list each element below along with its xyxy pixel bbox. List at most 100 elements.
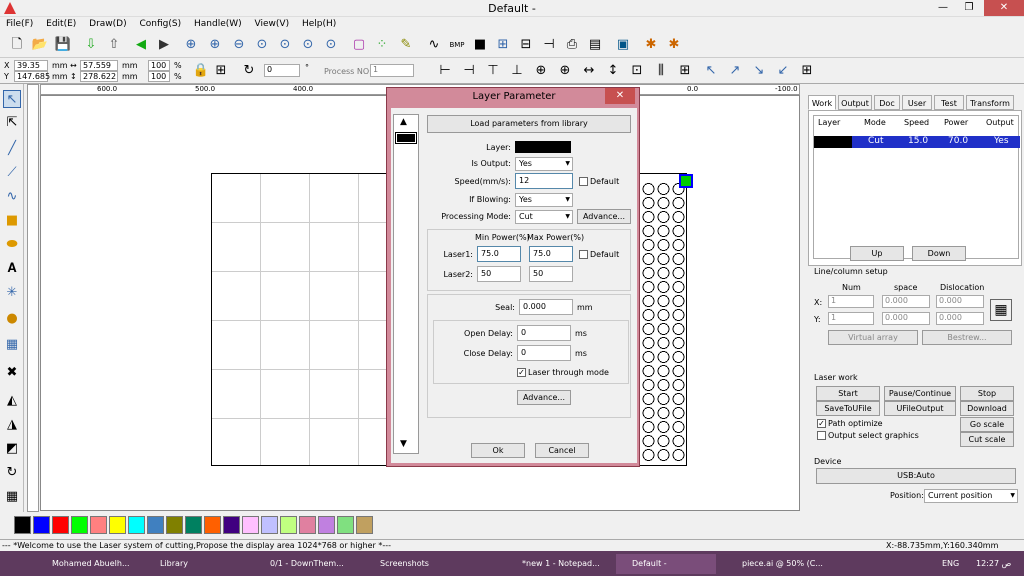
zoom-in-icon[interactable]: ⊕ bbox=[206, 36, 224, 54]
pen-icon[interactable]: ✎ bbox=[397, 36, 415, 54]
point-tool-icon[interactable]: ✳ bbox=[3, 284, 21, 302]
palette-swatch[interactable] bbox=[356, 516, 373, 534]
zoom-icon[interactable]: ⊕ bbox=[182, 36, 200, 54]
align-top-icon[interactable]: ⊤ bbox=[484, 62, 502, 80]
print-icon[interactable]: ⎙ bbox=[563, 36, 581, 54]
palette-swatch[interactable] bbox=[223, 516, 240, 534]
process-field[interactable]: 1 bbox=[370, 64, 414, 77]
menu-draw[interactable]: Draw(D) bbox=[89, 19, 126, 29]
mirror-v-icon[interactable]: ◮ bbox=[3, 416, 21, 434]
select-tool-icon[interactable]: ↖ bbox=[3, 90, 21, 108]
menu-view[interactable]: View(V) bbox=[255, 19, 290, 29]
distribute-v-icon[interactable]: ⊞ bbox=[676, 62, 694, 80]
cut-pattern[interactable] bbox=[641, 182, 687, 462]
usb-device-button[interactable]: USB:Auto bbox=[816, 468, 1016, 484]
maximize-button[interactable]: ❐ bbox=[956, 0, 982, 16]
laser1-max-input[interactable]: 75.0 bbox=[529, 246, 573, 262]
task-illustrator[interactable]: piece.ai @ 50% (C... bbox=[726, 554, 830, 574]
laser1-min-input[interactable]: 75.0 bbox=[477, 246, 521, 262]
align-icon[interactable]: ⊣ bbox=[540, 36, 558, 54]
speed-default-checkbox[interactable] bbox=[579, 177, 588, 186]
laser2-min-input[interactable]: 50 bbox=[477, 266, 521, 282]
monitor-icon[interactable]: ▣ bbox=[614, 36, 632, 54]
dialog-close-icon[interactable]: ✕ bbox=[605, 88, 635, 104]
go-scale-button[interactable]: Go scale bbox=[960, 417, 1014, 432]
same-height-icon[interactable]: ↕ bbox=[604, 62, 622, 80]
align-right-icon[interactable]: ⊣ bbox=[460, 62, 478, 80]
layer-list[interactable]: ▲ ▼ bbox=[393, 114, 419, 454]
text-tool-icon[interactable]: 𝐀 bbox=[3, 260, 21, 278]
rect-tool-icon[interactable]: ■ bbox=[3, 212, 21, 230]
save-ufile-button[interactable]: SaveToUFile bbox=[816, 401, 880, 416]
tab-doc[interactable]: Doc bbox=[874, 95, 900, 110]
delete-tool-icon[interactable]: ✖ bbox=[3, 364, 21, 382]
block-icon[interactable]: ■ bbox=[471, 36, 489, 54]
path-optimize-checkbox[interactable]: ✓ bbox=[817, 419, 826, 428]
palette-swatch[interactable] bbox=[166, 516, 183, 534]
zoom-fit-icon[interactable]: ⊙ bbox=[253, 36, 271, 54]
array-tool-icon[interactable]: ▦ bbox=[3, 336, 21, 354]
zoom-select-icon[interactable]: ⊙ bbox=[299, 36, 317, 54]
mode-select[interactable]: Cut bbox=[515, 210, 573, 224]
palette-swatch[interactable] bbox=[109, 516, 126, 534]
rotate-icon[interactable]: ↻ bbox=[240, 62, 258, 80]
save-icon[interactable]: 💾 bbox=[54, 36, 72, 54]
open-folder-icon[interactable]: 📂 bbox=[31, 36, 49, 54]
pause-button[interactable]: Pause/Continue bbox=[884, 386, 956, 401]
palette-swatch[interactable] bbox=[147, 516, 164, 534]
align-left-icon[interactable]: ⊢ bbox=[436, 62, 454, 80]
corner-tr-icon[interactable]: ↗ bbox=[726, 62, 744, 80]
tab-test[interactable]: Test bbox=[934, 95, 964, 110]
redo-icon[interactable]: ▶ bbox=[155, 36, 173, 54]
palette-swatch[interactable] bbox=[71, 516, 88, 534]
palette-swatch[interactable] bbox=[185, 516, 202, 534]
palette-swatch[interactable] bbox=[280, 516, 297, 534]
corner-br-icon[interactable]: ↘ bbox=[750, 62, 768, 80]
layer-down-button[interactable]: Down bbox=[912, 246, 966, 261]
height-field[interactable]: 278.622 bbox=[80, 71, 118, 82]
menu-file[interactable]: File(F) bbox=[6, 19, 33, 29]
layer-color-swatch[interactable] bbox=[395, 132, 417, 144]
open-delay-input[interactable]: 0 bbox=[517, 325, 571, 341]
advance2-button[interactable]: Advance... bbox=[517, 390, 571, 405]
output-select-checkbox[interactable] bbox=[817, 431, 826, 440]
align-bottom-icon[interactable]: ⊥ bbox=[508, 62, 526, 80]
start-button[interactable]: Start bbox=[816, 386, 880, 401]
minimize-button[interactable]: — bbox=[930, 0, 956, 16]
blowing-select[interactable]: Yes bbox=[515, 193, 573, 207]
scale-x-field[interactable]: 100 bbox=[148, 60, 170, 71]
grid-tool-icon[interactable]: ▦ bbox=[3, 488, 21, 506]
y-field[interactable]: 147.685 bbox=[14, 71, 50, 82]
menu-help[interactable]: Help(H) bbox=[302, 19, 336, 29]
laser2-max-input[interactable]: 50 bbox=[529, 266, 573, 282]
layer-color-box[interactable] bbox=[515, 141, 571, 153]
is-output-select[interactable]: Yes bbox=[515, 157, 573, 171]
layer-up-button[interactable]: Up bbox=[850, 246, 904, 261]
laser-through-checkbox[interactable]: ✓ bbox=[517, 368, 526, 377]
center-icon[interactable]: ⊞ bbox=[798, 62, 816, 80]
scroll-down-icon[interactable]: ▼ bbox=[400, 439, 407, 449]
same-width-icon[interactable]: ↔ bbox=[580, 62, 598, 80]
task-screenshots[interactable]: Screenshots bbox=[364, 554, 468, 574]
seal-input[interactable]: 0.000 bbox=[519, 299, 573, 315]
load-library-button[interactable]: Load parameters from library bbox=[427, 115, 631, 133]
palette-swatch[interactable] bbox=[299, 516, 316, 534]
origin-marker[interactable] bbox=[679, 174, 693, 188]
speed-input[interactable]: 12 bbox=[515, 173, 573, 189]
task-browser[interactable]: Mohamed Abuelh... bbox=[36, 554, 136, 574]
lock-icon[interactable]: 🔒 bbox=[192, 62, 210, 80]
rotate-tool-icon[interactable]: ↻ bbox=[3, 464, 21, 482]
line-tool-icon[interactable]: ╱ bbox=[3, 140, 21, 158]
tab-work[interactable]: Work bbox=[808, 95, 836, 110]
menu-edit[interactable]: Edit(E) bbox=[46, 19, 76, 29]
align-vcenter-icon[interactable]: ⊕ bbox=[556, 62, 574, 80]
palette-swatch[interactable] bbox=[14, 516, 31, 534]
group-icon[interactable]: ⊞ bbox=[494, 36, 512, 54]
curve-tool-icon[interactable]: ∿ bbox=[3, 188, 21, 206]
task-app[interactable] bbox=[474, 554, 492, 574]
align-hcenter-icon[interactable]: ⊕ bbox=[532, 62, 550, 80]
flip-icon[interactable]: ◩ bbox=[3, 440, 21, 458]
zoom-all-icon[interactable]: ⊙ bbox=[322, 36, 340, 54]
virtual-array-button[interactable]: Virtual array bbox=[828, 330, 918, 345]
x-field[interactable]: 39.35 bbox=[14, 60, 48, 71]
